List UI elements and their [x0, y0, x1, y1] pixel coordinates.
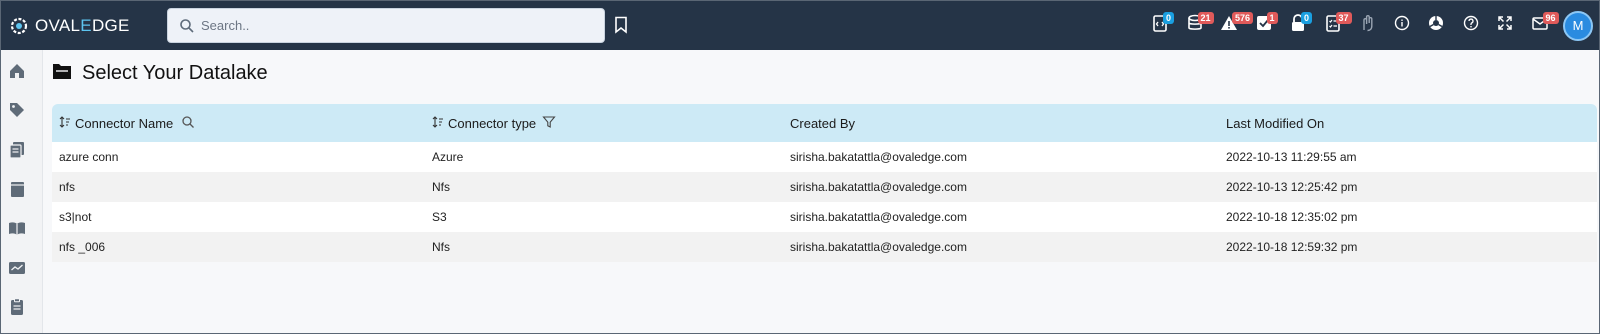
connector-name-cell: nfs _006: [59, 240, 106, 254]
connector-type-cell: Nfs: [432, 180, 450, 194]
last-modified-cell: 2022-10-13 11:29:55 am: [1226, 150, 1357, 164]
user-avatar[interactable]: M: [1563, 10, 1593, 41]
created-by-cell: sirisha.bakatattla@ovaledge.com: [790, 210, 967, 224]
messages-badge: 96: [1542, 12, 1559, 24]
created-by-cell: sirisha.bakatattla@ovaledge.com: [790, 180, 967, 194]
home-icon[interactable]: [7, 61, 27, 81]
connector-type-cell: Azure: [432, 150, 464, 164]
connector-name-cell: nfs: [59, 180, 76, 194]
last-modified-cell: 2022-10-13 12:25:42 pm: [1226, 180, 1358, 194]
hand-icon: [1357, 13, 1377, 38]
queries-button[interactable]: 0: [1143, 1, 1178, 50]
documents-icon[interactable]: [7, 140, 27, 160]
tasks-button[interactable]: 1: [1247, 1, 1282, 50]
connector-type-label: Connector type: [448, 115, 537, 131]
logo-gear-icon: [9, 16, 29, 36]
expand-icon: [1495, 13, 1515, 38]
sort-icon[interactable]: [432, 115, 446, 132]
search-input[interactable]: [201, 18, 581, 33]
app-window: OVALEDGE 0 21: [0, 0, 1600, 334]
chrome-icon: [1426, 13, 1446, 38]
connector-name-cell: s3|not: [59, 210, 92, 224]
bookmark-icon[interactable]: [613, 16, 629, 34]
table-header: Connector Name Connector type Created By…: [52, 104, 1597, 142]
page-header: Select Your Datalake: [52, 62, 268, 85]
connector-type-cell: S3: [432, 210, 447, 224]
folder-icon: [52, 62, 72, 85]
logo-text: OVALEDGE: [35, 15, 130, 35]
notebook-icon[interactable]: [7, 179, 27, 199]
search-icon: [179, 18, 195, 34]
column-header-created-by: Created By: [790, 115, 856, 131]
dashboard-icon[interactable]: [7, 258, 27, 278]
connector-name-cell: azure conn: [59, 150, 119, 164]
top-navigation-bar: OVALEDGE 0 21: [1, 1, 1599, 50]
table-row[interactable]: azure conn Azure sirisha.bakatattla@oval…: [52, 142, 1597, 172]
column-header-connector-name[interactable]: Connector Name: [52, 104, 432, 142]
access-requests-button[interactable]: 0: [1281, 1, 1316, 50]
messages-button[interactable]: 96: [1523, 1, 1559, 50]
table-row[interactable]: s3|not S3 sirisha.bakatattla@ovaledge.co…: [52, 202, 1597, 232]
tasks-badge: 1: [1266, 12, 1278, 24]
help-button[interactable]: [1454, 1, 1489, 50]
search-icon[interactable]: [181, 115, 195, 132]
ovaledge-logo[interactable]: OVALEDGE: [9, 16, 159, 36]
chrome-extension-button[interactable]: [1419, 1, 1454, 50]
book-icon[interactable]: [7, 218, 27, 238]
access-requests-badge: 0: [1301, 12, 1313, 24]
sort-icon[interactable]: [59, 115, 73, 132]
table-row[interactable]: nfs Nfs sirisha.bakatattla@ovaledge.com …: [52, 172, 1597, 202]
info-icon: [1392, 13, 1412, 38]
last-modified-cell: 2022-10-18 12:35:02 pm: [1226, 210, 1358, 224]
table-row[interactable]: nfs _006 Nfs sirisha.bakatattla@ovaledge…: [52, 232, 1597, 262]
column-header-last-modified: Last Modified On: [1226, 115, 1325, 131]
last-modified-cell: 2022-10-18 12:59:32 pm: [1226, 240, 1358, 254]
clipboard-icon[interactable]: [7, 297, 27, 317]
alerts-button[interactable]: 576: [1212, 1, 1254, 50]
tag-icon[interactable]: [7, 100, 27, 120]
info-button[interactable]: [1385, 1, 1420, 50]
fullscreen-button[interactable]: [1488, 1, 1523, 50]
created-by-cell: sirisha.bakatattla@ovaledge.com: [790, 150, 967, 164]
created-by-cell: sirisha.bakatattla@ovaledge.com: [790, 240, 967, 254]
queries-badge: 0: [1163, 12, 1175, 24]
connector-name-label: Connector Name: [75, 115, 174, 131]
raise-hand-button[interactable]: [1350, 1, 1385, 50]
left-sidebar: [1, 50, 43, 333]
question-icon: [1461, 13, 1481, 38]
connector-type-cell: Nfs: [432, 240, 450, 254]
data-catalog-button[interactable]: 21: [1178, 1, 1214, 50]
filter-icon[interactable]: [542, 115, 556, 132]
toolbar-icons: 0 21 576 1 0 37 96 M: [1143, 1, 1599, 50]
column-header-connector-type[interactable]: Connector type: [432, 104, 790, 142]
global-search-box[interactable]: [167, 8, 605, 43]
checklist-button[interactable]: 37: [1316, 1, 1352, 50]
datalake-connectors-table: Connector Name Connector type Created By…: [52, 104, 1597, 262]
page-title: Select Your Datalake: [82, 62, 268, 84]
